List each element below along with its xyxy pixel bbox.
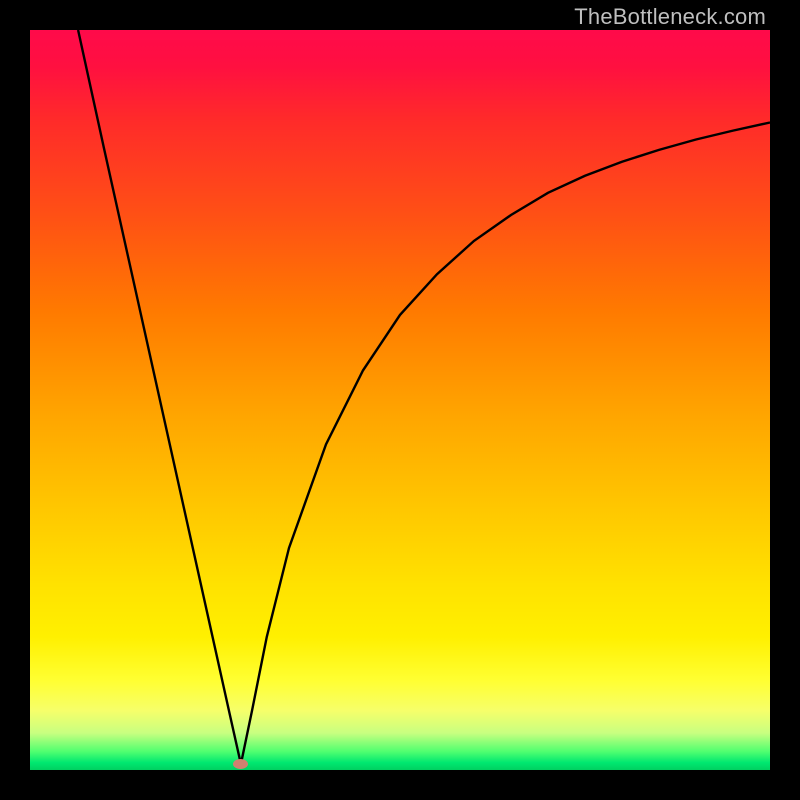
watermark-text: TheBottleneck.com: [574, 4, 766, 30]
bottleneck-curve: [30, 30, 770, 770]
chart-frame: TheBottleneck.com: [0, 0, 800, 800]
curve-line: [78, 30, 770, 764]
